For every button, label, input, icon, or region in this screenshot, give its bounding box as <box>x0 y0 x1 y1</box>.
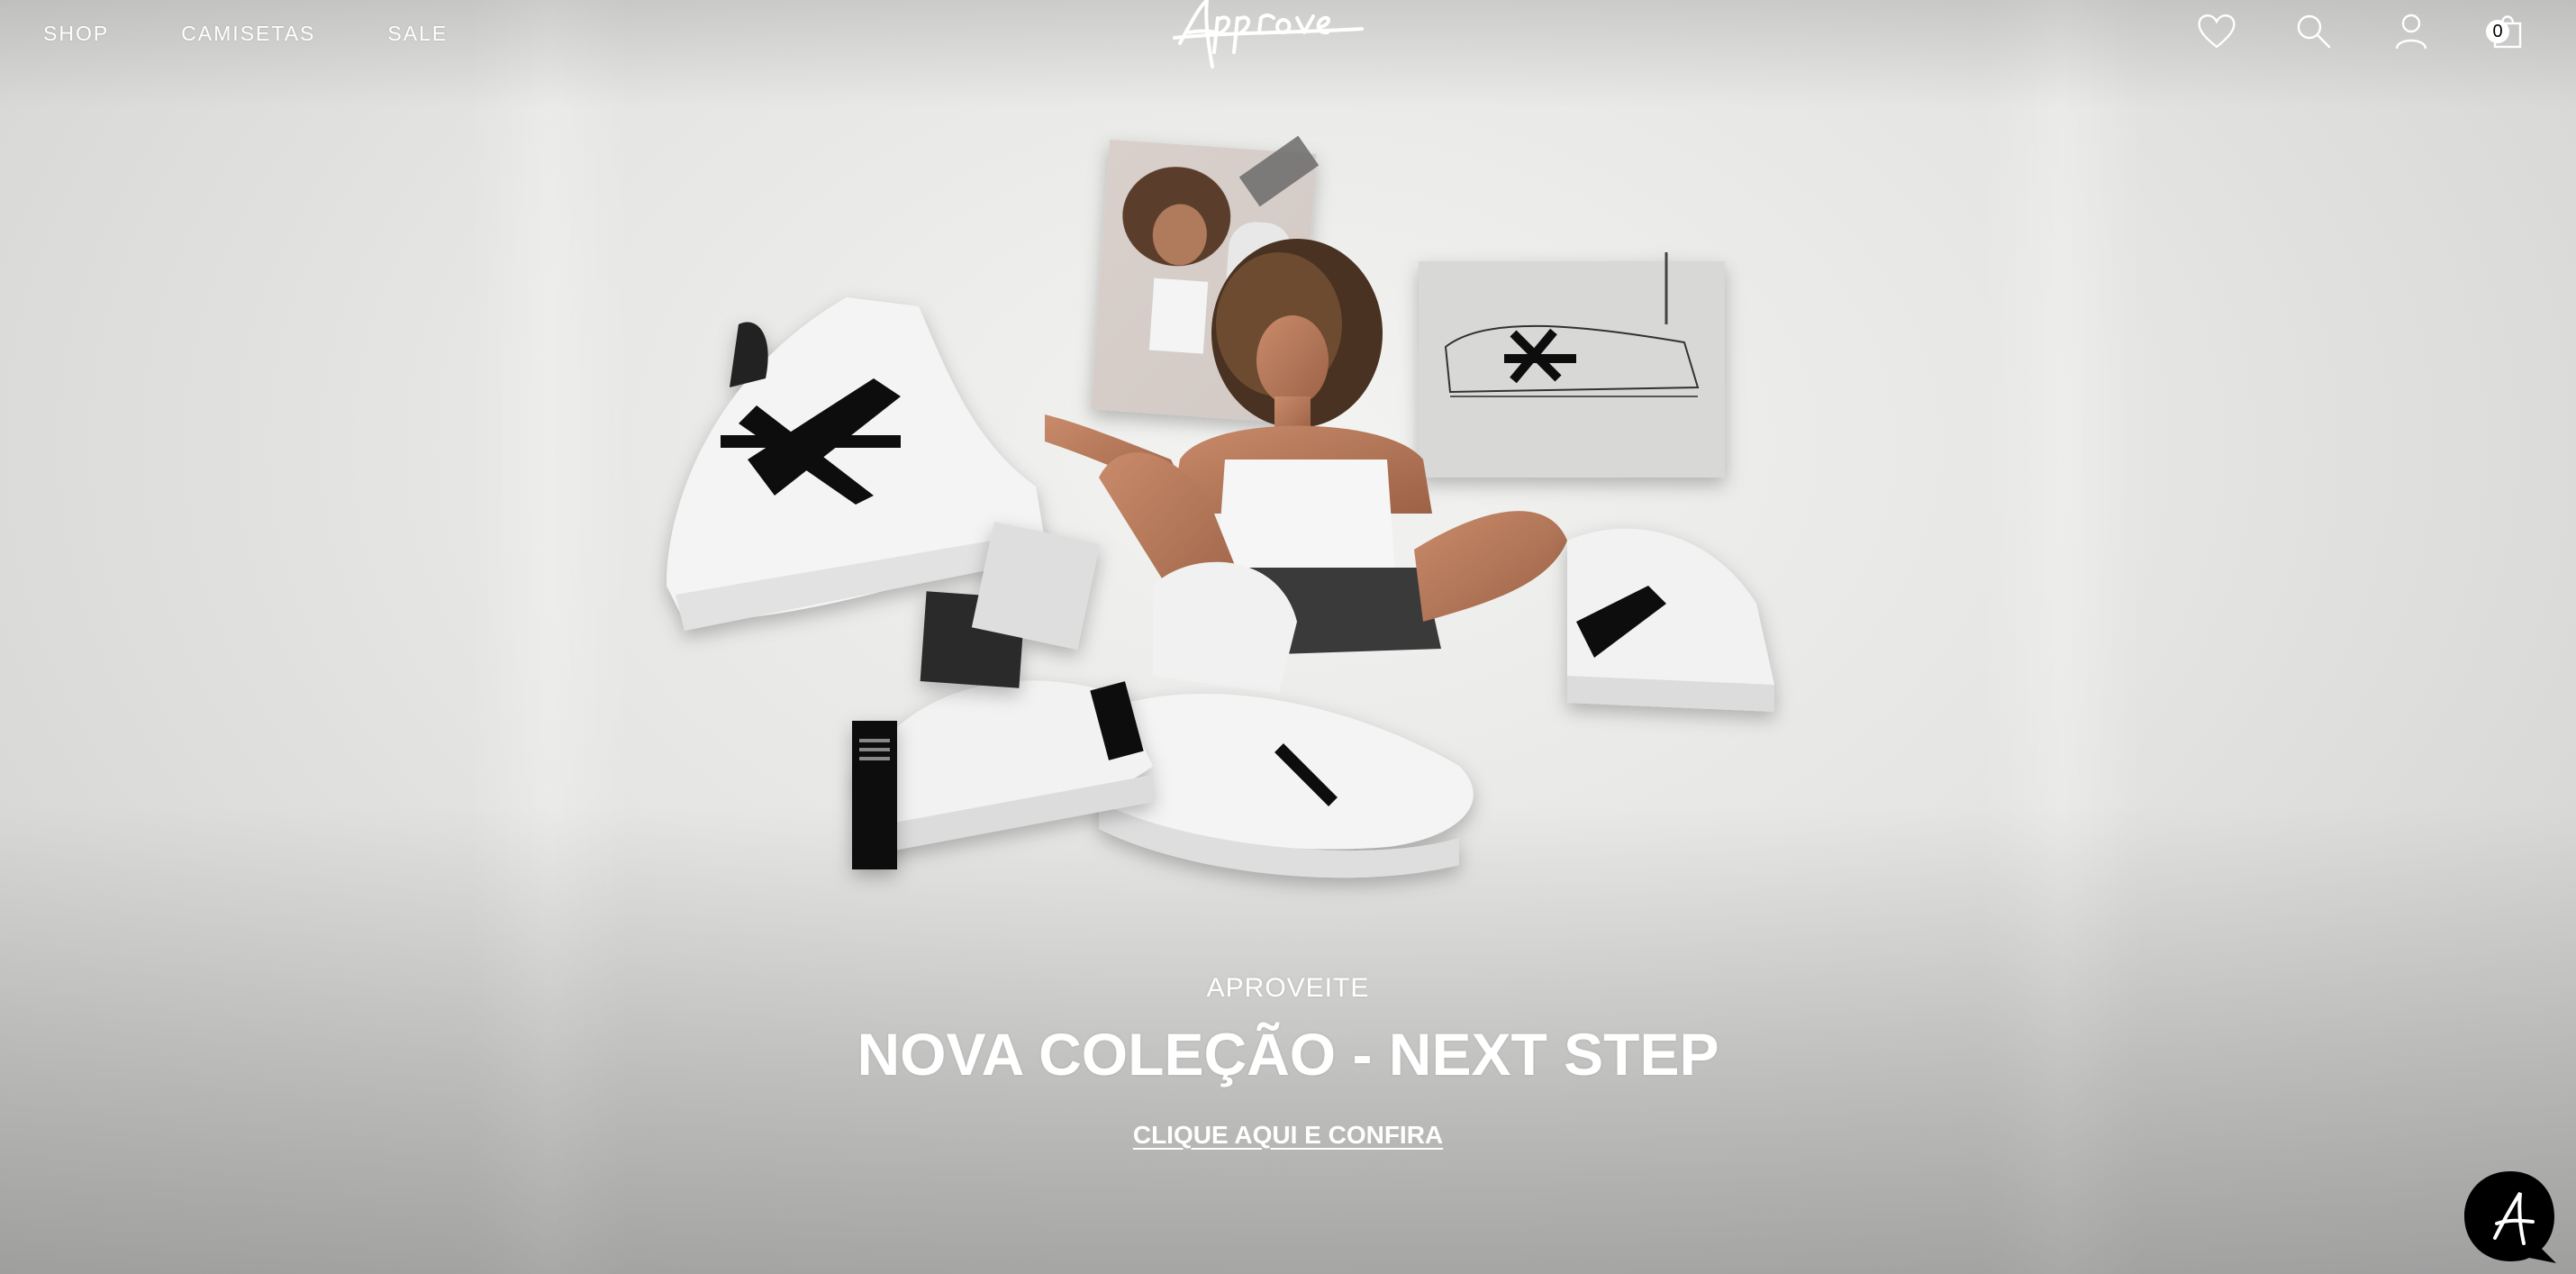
heart-icon[interactable] <box>2194 9 2239 54</box>
user-icon[interactable] <box>2389 9 2434 54</box>
hero-eyebrow: APROVEITE <box>1206 973 1370 1003</box>
hero-collage-image[interactable] <box>649 117 1837 964</box>
main-nav: SHOP CAMISETAS SALE <box>43 22 448 46</box>
site-header: SHOP CAMISETAS SALE 0 <box>0 0 2576 72</box>
approve-logo-mark <box>1173 0 1364 68</box>
hero-cta-link[interactable]: CLIQUE AQUI E CONFIRA <box>1133 1121 1443 1150</box>
nav-item-sale[interactable]: SALE <box>387 22 448 46</box>
cart-count-badge: 0 <box>2486 20 2509 43</box>
nav-item-shop[interactable]: SHOP <box>43 22 109 46</box>
header-actions: 0 <box>2194 9 2531 54</box>
hero-banner-text: APROVEITE NOVA COLEÇÃO - NEXT STEP CLIQU… <box>0 973 2576 1150</box>
search-icon[interactable] <box>2291 9 2336 54</box>
page: SHOP CAMISETAS SALE 0 APROVEITE NOVA COL… <box>0 0 2576 1274</box>
shopping-bag-icon[interactable]: 0 <box>2486 9 2531 54</box>
hero-headline: NOVA COLEÇÃO - NEXT STEP <box>857 1021 1719 1087</box>
nav-item-camisetas[interactable]: CAMISETAS <box>181 22 315 46</box>
chat-widget-button[interactable] <box>2461 1168 2560 1267</box>
brand-logo[interactable] <box>1171 0 1365 72</box>
hero-collage-illustration <box>667 135 1774 878</box>
chat-bubble-icon <box>2464 1171 2556 1263</box>
